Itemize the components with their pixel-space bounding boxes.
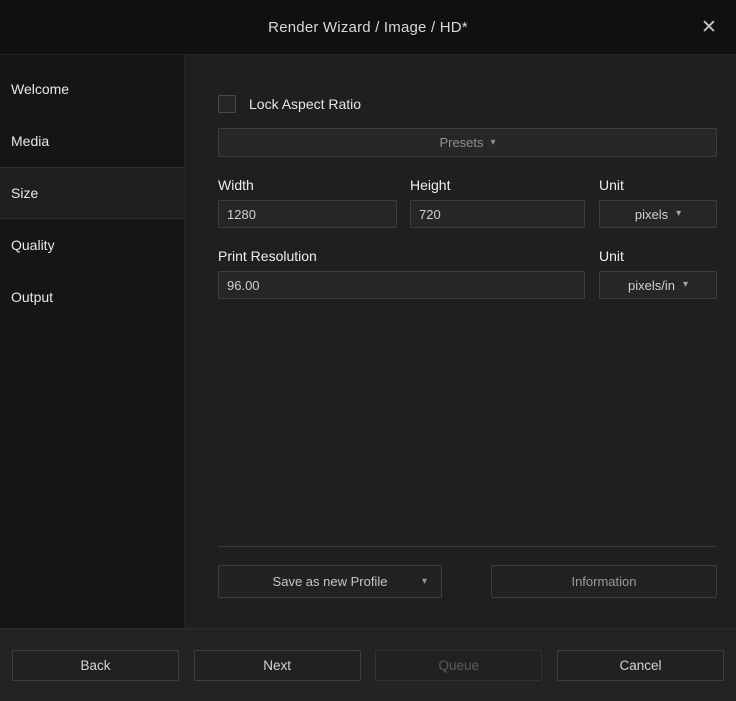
size-unit-label: Unit bbox=[599, 177, 624, 193]
sidebar-item-quality[interactable]: Quality bbox=[0, 219, 184, 271]
queue-button-label: Queue bbox=[438, 657, 480, 673]
sidebar-item-label: Media bbox=[11, 133, 50, 149]
wizard-body: Welcome Media Size Quality Output Lock A… bbox=[0, 55, 736, 628]
print-resolution-row: Print Resolution Unit pixels/in ▾ bbox=[218, 248, 717, 299]
size-settings-panel: Lock Aspect Ratio Presets ▾ Width Height… bbox=[185, 55, 736, 628]
resolution-unit-dropdown[interactable]: pixels/in ▾ bbox=[599, 271, 717, 299]
profile-section: Save as new Profile ▾ Information bbox=[218, 546, 717, 598]
size-unit-dropdown[interactable]: pixels ▾ bbox=[599, 200, 717, 228]
presets-dropdown-button[interactable]: Presets ▾ bbox=[218, 128, 717, 157]
sidebar-item-media[interactable]: Media bbox=[0, 115, 184, 167]
wizard-footer: Back Next Queue Cancel bbox=[0, 628, 736, 701]
back-button-label: Back bbox=[80, 657, 111, 673]
divider bbox=[218, 546, 717, 547]
chevron-down-icon: ▾ bbox=[676, 208, 682, 219]
wizard-steps-sidebar: Welcome Media Size Quality Output bbox=[0, 55, 185, 628]
sidebar-item-label: Welcome bbox=[11, 81, 70, 97]
print-resolution-input[interactable] bbox=[218, 271, 585, 299]
size-unit-group: Unit pixels ▾ bbox=[599, 177, 717, 228]
sidebar-item-label: Size bbox=[11, 185, 39, 201]
sidebar-item-size[interactable]: Size bbox=[0, 167, 184, 219]
title-bar: Render Wizard / Image / HD* ✕ bbox=[0, 0, 736, 55]
cancel-button[interactable]: Cancel bbox=[556, 649, 724, 681]
close-icon[interactable]: ✕ bbox=[694, 12, 724, 42]
profile-buttons-row: Save as new Profile ▾ Information bbox=[218, 565, 717, 598]
next-button[interactable]: Next bbox=[193, 649, 361, 681]
sidebar-item-welcome[interactable]: Welcome bbox=[0, 63, 184, 115]
chevron-down-icon: ▾ bbox=[682, 279, 688, 290]
sidebar-item-label: Quality bbox=[11, 237, 55, 253]
sidebar-item-output[interactable]: Output bbox=[0, 271, 184, 323]
save-as-new-profile-label: Save as new Profile bbox=[272, 574, 388, 589]
cancel-button-label: Cancel bbox=[619, 657, 662, 673]
size-unit-value: pixels bbox=[634, 206, 669, 222]
print-resolution-label: Print Resolution bbox=[218, 248, 317, 264]
resolution-unit-label: Unit bbox=[599, 248, 624, 264]
lock-aspect-ratio-checkbox[interactable] bbox=[218, 95, 236, 113]
resolution-unit-group: Unit pixels/in ▾ bbox=[599, 248, 717, 299]
dimensions-row: Width Height Unit pixels ▾ bbox=[218, 177, 717, 228]
width-input[interactable] bbox=[218, 200, 397, 228]
next-button-label: Next bbox=[263, 657, 292, 673]
lock-aspect-ratio-label: Lock Aspect Ratio bbox=[249, 96, 362, 112]
save-as-new-profile-button[interactable]: Save as new Profile ▾ bbox=[218, 565, 442, 598]
print-resolution-group: Print Resolution bbox=[218, 248, 585, 299]
height-label: Height bbox=[410, 177, 451, 193]
chevron-down-icon: ▾ bbox=[421, 575, 427, 587]
lock-aspect-ratio-row: Lock Aspect Ratio bbox=[218, 95, 717, 113]
height-field-group: Height bbox=[410, 177, 585, 228]
presets-label: Presets bbox=[439, 135, 484, 150]
information-button[interactable]: Information bbox=[491, 565, 717, 598]
height-input[interactable] bbox=[410, 200, 585, 228]
resolution-unit-value: pixels/in bbox=[628, 277, 675, 293]
chevron-down-icon: ▾ bbox=[490, 136, 496, 148]
window-title: Render Wizard / Image / HD* bbox=[268, 18, 468, 36]
width-field-group: Width bbox=[218, 177, 397, 228]
information-label: Information bbox=[571, 574, 637, 589]
sidebar-item-label: Output bbox=[11, 289, 54, 305]
width-label: Width bbox=[218, 177, 254, 193]
queue-button: Queue bbox=[375, 649, 543, 681]
back-button[interactable]: Back bbox=[12, 649, 179, 681]
